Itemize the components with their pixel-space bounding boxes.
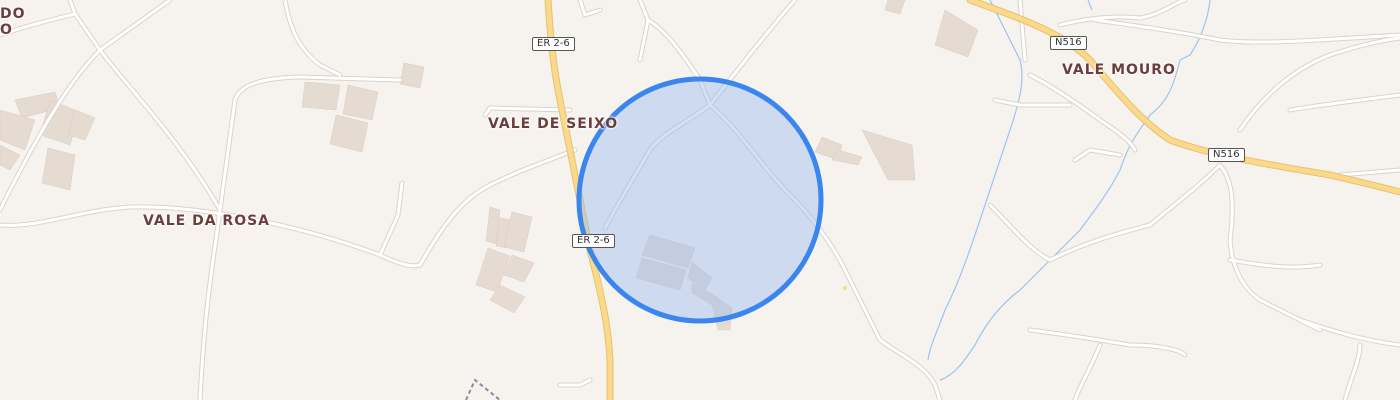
place-label-partial-do: DO [0,6,26,22]
building [0,144,21,171]
road-shield-er26-top: ER 2-6 [532,37,575,51]
building [934,9,979,58]
building [342,84,379,121]
building [329,114,369,153]
stream [1087,0,1093,11]
map-canvas[interactable] [0,0,1400,400]
building [861,129,916,181]
building [831,149,863,166]
place-label-vale-de-seixo: VALE DE SEIXO [488,116,619,132]
place-label-vale-mouro: VALE MOURO [1062,62,1176,78]
poi-dot [843,286,847,290]
buildings-layer [0,0,979,331]
stream [927,0,1023,361]
building [399,62,425,89]
stream [1179,0,1211,61]
waterways-layer [927,0,1211,381]
map-view[interactable]: VALE DE SEIXO VALE DA ROSA VALE MOURO DO… [0,0,1400,400]
building [503,211,533,253]
road-shield-er26-bottom: ER 2-6 [572,234,615,248]
road-n516-casing [966,0,1400,196]
place-label-vale-da-rosa: VALE DA ROSA [143,213,271,229]
place-label-partial-o: O [0,22,13,38]
road-shield-n516-top: N516 [1050,36,1087,50]
boundary-line [465,378,501,400]
building [475,247,511,293]
road-n516 [967,0,1400,195]
building [301,81,341,111]
building [41,147,76,191]
road-shield-n516-right: N516 [1208,148,1245,162]
building [884,0,906,15]
